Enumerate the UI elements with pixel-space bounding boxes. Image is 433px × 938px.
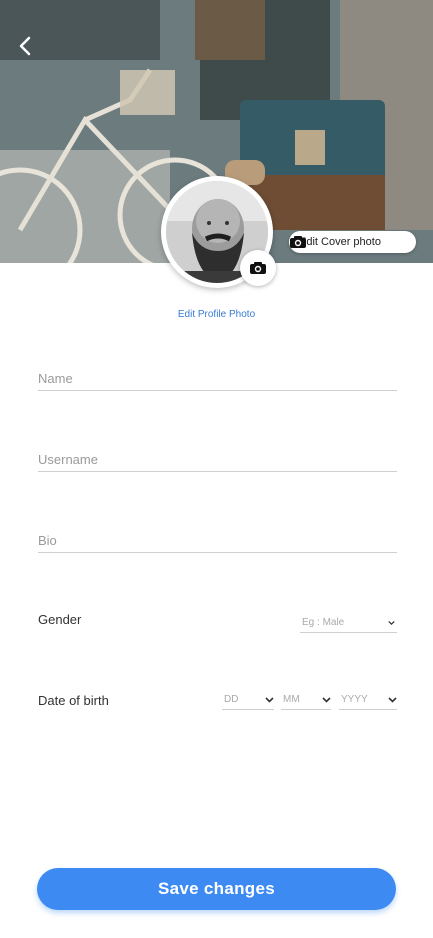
camera-icon: [250, 262, 266, 274]
chevron-down-icon: [388, 620, 395, 625]
edit-cover-label: Edit Cover photo: [299, 236, 381, 248]
chevron-down-icon: [265, 696, 274, 703]
dob-month-value: MM: [283, 694, 300, 705]
dob-day-select[interactable]: DD: [222, 690, 274, 710]
chevron-left-icon: [19, 36, 31, 56]
dob-year-select[interactable]: YYYY: [339, 690, 397, 710]
username-field: [38, 448, 397, 472]
dob-year-value: YYYY: [341, 694, 368, 705]
edit-profile-photo-link[interactable]: Edit Profile Photo: [0, 309, 433, 320]
back-button[interactable]: [18, 36, 50, 68]
chevron-down-icon: [388, 696, 397, 703]
chevron-down-icon: [322, 696, 331, 703]
name-input[interactable]: [38, 367, 397, 389]
edit-cover-photo-button[interactable]: Edit Cover photo: [289, 231, 416, 253]
gender-label: Gender: [38, 612, 82, 627]
gender-select-value: Eg : Male: [302, 617, 345, 628]
dob-month-select[interactable]: MM: [281, 690, 331, 710]
edit-avatar-camera-button[interactable]: [240, 250, 276, 286]
bio-field: [38, 529, 397, 553]
dob-day-value: DD: [224, 694, 239, 705]
name-field: [38, 367, 397, 391]
camera-icon: [290, 236, 306, 248]
gender-select[interactable]: Eg : Male: [300, 613, 397, 633]
dob-label: Date of birth: [38, 693, 109, 708]
bio-input[interactable]: [38, 529, 397, 551]
username-input[interactable]: [38, 448, 397, 470]
save-changes-button[interactable]: Save changes: [37, 868, 396, 910]
